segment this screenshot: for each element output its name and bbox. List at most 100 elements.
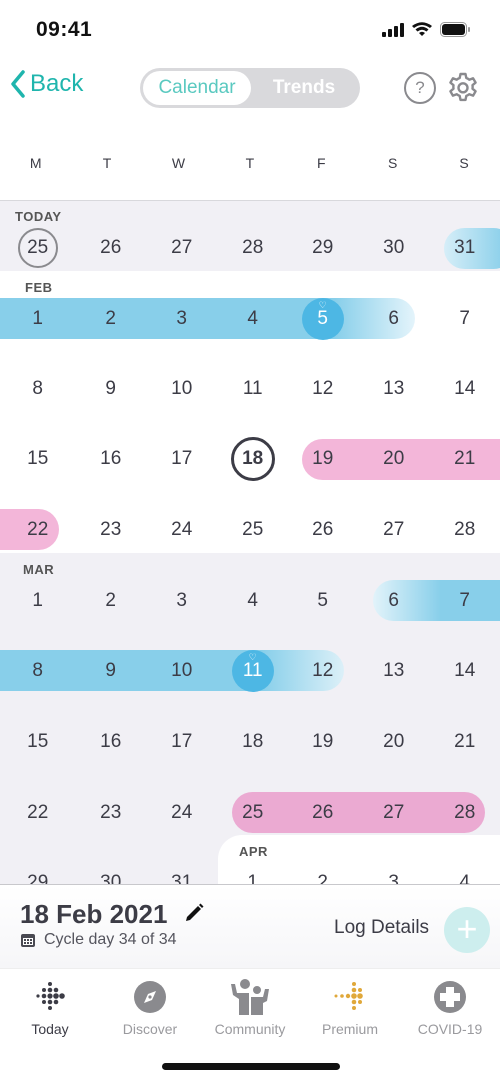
ovulation-icon: ♡	[248, 652, 257, 662]
tab-today[interactable]: Today	[0, 977, 100, 1037]
week-row: 29 30 31 1 2 3 4	[0, 848, 500, 884]
day-cell[interactable]: 29	[287, 213, 358, 283]
day-cell[interactable]: 11	[217, 354, 288, 424]
day-cell[interactable]: 18	[217, 707, 288, 777]
day-cell[interactable]: 1	[2, 284, 73, 354]
tab-community[interactable]: Community	[200, 977, 300, 1037]
day-cell[interactable]: 26	[287, 778, 358, 848]
day-cell[interactable]: 26	[75, 213, 146, 283]
day-cell[interactable]: 27	[358, 495, 429, 565]
day-cell[interactable]: 23	[75, 778, 146, 848]
log-details-label[interactable]: Log Details	[334, 917, 429, 939]
help-button[interactable]: ?	[404, 72, 436, 104]
day-cell[interactable]: 21	[429, 707, 500, 777]
pencil-icon[interactable]	[183, 902, 205, 924]
day-cell[interactable]: 10	[146, 354, 217, 424]
day-cell[interactable]: 3	[146, 566, 217, 636]
day-cell[interactable]: 16	[75, 707, 146, 777]
day-cell[interactable]: 23	[75, 495, 146, 565]
day-cell[interactable]: 10	[146, 636, 217, 706]
cycle-info: Cycle day 34 of 34	[20, 931, 177, 949]
compass-icon	[134, 981, 166, 1013]
day-cell[interactable]: 14	[429, 636, 500, 706]
day-cell[interactable]: 21	[429, 424, 500, 494]
day-cell[interactable]: 8	[2, 354, 73, 424]
tab-trends[interactable]: Trends	[251, 71, 357, 105]
day-cell[interactable]: 3	[358, 848, 429, 884]
day-cell[interactable]: 24	[146, 778, 217, 848]
day-cell-ovulation[interactable]: ♡ 5	[287, 284, 358, 354]
day-cell[interactable]: 31	[429, 213, 500, 283]
day-cell[interactable]: 12	[287, 354, 358, 424]
day-cell[interactable]: 7	[429, 284, 500, 354]
tab-label: Today	[31, 1021, 69, 1037]
day-cell[interactable]: 4	[217, 566, 288, 636]
settings-button[interactable]	[446, 71, 480, 110]
weekday-label: W	[171, 155, 186, 171]
day-cell[interactable]: 15	[2, 424, 73, 494]
day-cell[interactable]: 9	[75, 354, 146, 424]
day-cell[interactable]: 20	[358, 424, 429, 494]
day-cell[interactable]: 27	[358, 778, 429, 848]
day-cell[interactable]: 16	[75, 424, 146, 494]
day-cell[interactable]: 30	[75, 848, 146, 884]
home-indicator[interactable]	[162, 1063, 340, 1070]
day-cell[interactable]: 30	[358, 213, 429, 283]
community-icon	[231, 979, 269, 1015]
tab-covid-19[interactable]: COVID-19	[400, 977, 500, 1037]
day-cell-selected[interactable]: 18	[217, 424, 288, 494]
day-cell[interactable]: 25	[217, 495, 288, 565]
day-cell[interactable]: 25	[217, 778, 288, 848]
day-cell[interactable]: 28	[429, 495, 500, 565]
day-cell-today[interactable]: 25	[2, 213, 73, 283]
day-cell[interactable]: 4	[429, 848, 500, 884]
day-cell[interactable]: 26	[287, 495, 358, 565]
day-cell[interactable]: 28	[429, 778, 500, 848]
calendar-icon	[21, 934, 35, 947]
day-cell[interactable]: 2	[287, 848, 358, 884]
calendar-grid[interactable]: TODAY FEB MAR APR 25 26 27 28 29 30 31 1…	[0, 200, 500, 884]
tab-discover[interactable]: Discover	[100, 977, 200, 1037]
day-cell[interactable]: 4	[217, 284, 288, 354]
day-cell[interactable]: 3	[146, 284, 217, 354]
tab-calendar[interactable]: Calendar	[143, 71, 251, 105]
day-cell[interactable]: 31	[146, 848, 217, 884]
add-log-button[interactable]: +	[444, 907, 490, 953]
chevron-left-icon	[11, 70, 25, 98]
day-cell[interactable]: 22	[2, 495, 73, 565]
day-cell[interactable]: 6	[358, 284, 429, 354]
day-cell[interactable]: 7	[429, 566, 500, 636]
day-cell[interactable]: 27	[146, 213, 217, 283]
back-label: Back	[30, 70, 84, 97]
status-bar: 09:41	[0, 0, 500, 60]
day-cell[interactable]: 29	[2, 848, 73, 884]
tab-premium[interactable]: Premium	[300, 977, 400, 1037]
day-cell[interactable]: 2	[75, 284, 146, 354]
day-cell[interactable]: 12	[287, 636, 358, 706]
nav-bar: Back Calendar Trends ?	[0, 60, 500, 120]
day-cell[interactable]: 17	[146, 707, 217, 777]
day-cell[interactable]: 19	[287, 707, 358, 777]
day-cell[interactable]: 5	[287, 566, 358, 636]
day-cell[interactable]: 28	[217, 213, 288, 283]
day-cell[interactable]: 6	[358, 566, 429, 636]
back-button[interactable]: Back	[10, 70, 83, 98]
day-cell[interactable]: 19	[287, 424, 358, 494]
day-cell[interactable]: 20	[358, 707, 429, 777]
day-cell[interactable]: 15	[2, 707, 73, 777]
day-cell[interactable]: 1	[217, 848, 288, 884]
day-cell[interactable]: 1	[2, 566, 73, 636]
day-cell[interactable]: 24	[146, 495, 217, 565]
day-cell-ovulation[interactable]: ♡ 11	[217, 636, 288, 706]
ovulation-icon: ♡	[318, 300, 327, 310]
day-cell[interactable]: 22	[2, 778, 73, 848]
day-cell[interactable]: 14	[429, 354, 500, 424]
selected-date[interactable]: 18 Feb 2021	[20, 899, 205, 930]
day-cell[interactable]: 13	[358, 354, 429, 424]
day-cell[interactable]: 13	[358, 636, 429, 706]
day-cell[interactable]: 2	[75, 566, 146, 636]
tab-label: Discover	[122, 1021, 178, 1037]
day-cell[interactable]: 9	[75, 636, 146, 706]
day-cell[interactable]: 17	[146, 424, 217, 494]
day-cell[interactable]: 8	[2, 636, 73, 706]
